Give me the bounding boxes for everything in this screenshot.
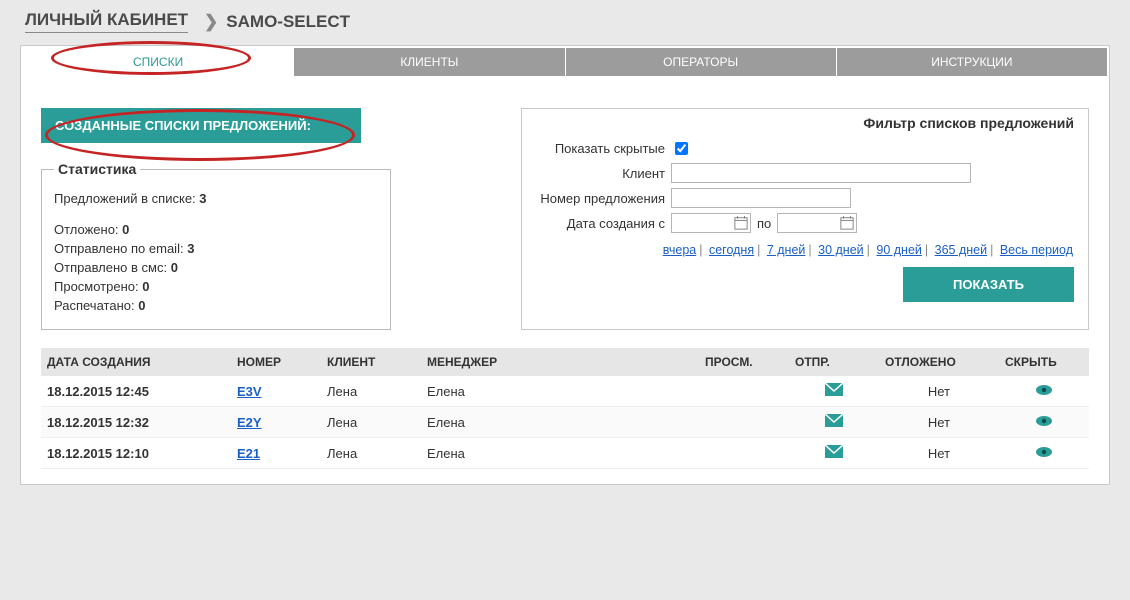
stat-value: 0 [138, 298, 145, 313]
date-to-input[interactable] [777, 213, 857, 233]
mail-icon [825, 445, 843, 458]
cell-client: Лена [321, 438, 421, 469]
col-manager: МЕНЕДЖЕР [421, 348, 699, 376]
stat-label: Предложений в списке: [54, 191, 196, 206]
offer-number-label: Номер предложения [536, 191, 671, 206]
main-card: СПИСКИ КЛИЕНТЫ ОПЕРАТОРЫ ИНСТРУКЦИИ СОЗД… [20, 45, 1110, 485]
eye-icon[interactable] [1035, 415, 1053, 427]
stat-label: Отправлено по email: [54, 241, 184, 256]
cell-viewed [699, 376, 789, 407]
client-label: Клиент [536, 166, 671, 181]
stat-value: 3 [199, 191, 206, 206]
col-client: КЛИЕНТ [321, 348, 421, 376]
show-button[interactable]: ПОКАЗАТЬ [903, 267, 1074, 302]
col-viewed: ПРОСМ. [699, 348, 789, 376]
stat-value: 0 [122, 222, 129, 237]
eye-icon[interactable] [1035, 384, 1053, 396]
cell-date: 18.12.2015 12:32 [41, 407, 231, 438]
date-from-input[interactable] [671, 213, 751, 233]
offer-number-input[interactable] [671, 188, 851, 208]
table-row: 18.12.2015 12:45 E3V ЛенаЕлена Нет [41, 376, 1089, 407]
cell-client: Лена [321, 376, 421, 407]
stat-label: Распечатано: [54, 298, 135, 313]
breadcrumb-current: SAMO-SELECT [226, 12, 350, 32]
tab-bar: СПИСКИ КЛИЕНТЫ ОПЕРАТОРЫ ИНСТРУКЦИИ [23, 48, 1107, 76]
cell-sent [789, 438, 879, 469]
panel-title: СОЗДАННЫЕ СПИСКИ ПРЕДЛОЖЕНИЙ: [41, 108, 361, 143]
cell-viewed [699, 407, 789, 438]
eye-icon[interactable] [1035, 446, 1053, 458]
quick-yesterday[interactable]: вчера [663, 243, 696, 257]
breadcrumb-home-link[interactable]: ЛИЧНЫЙ КАБИНЕТ [25, 10, 188, 33]
tab-instructions[interactable]: ИНСТРУКЦИИ [837, 48, 1107, 76]
cell-number: E3V [231, 376, 321, 407]
quick-365days[interactable]: 365 дней [935, 243, 987, 257]
quick-today[interactable]: сегодня [709, 243, 754, 257]
chevron-right-icon: ❯ [204, 12, 218, 32]
stat-value: 0 [171, 260, 178, 275]
col-number: НОМЕР [231, 348, 321, 376]
cell-deferred: Нет [879, 407, 999, 438]
offer-link[interactable]: E21 [237, 446, 260, 461]
col-sent: ОТПР. [789, 348, 879, 376]
cell-manager: Елена [421, 376, 699, 407]
cell-client: Лена [321, 407, 421, 438]
cell-number: E2Y [231, 407, 321, 438]
quick-7days[interactable]: 7 дней [767, 243, 806, 257]
cell-date: 18.12.2015 12:10 [41, 438, 231, 469]
show-hidden-checkbox[interactable] [675, 142, 688, 155]
stat-value: 3 [187, 241, 194, 256]
tab-clients[interactable]: КЛИЕНТЫ [294, 48, 565, 76]
col-date: ДАТА СОЗДАНИЯ [41, 348, 231, 376]
offers-table: ДАТА СОЗДАНИЯ НОМЕР КЛИЕНТ МЕНЕДЖЕР ПРОС… [41, 348, 1089, 469]
col-hide: СКРЫТЬ [999, 348, 1089, 376]
col-deferred: ОТЛОЖЕНО [879, 348, 999, 376]
mail-icon [825, 414, 843, 427]
tab-lists[interactable]: СПИСКИ [23, 48, 294, 76]
filter-panel: Фильтр списков предложений Показать скры… [521, 108, 1089, 330]
cell-number: E21 [231, 438, 321, 469]
cell-hide[interactable] [999, 407, 1089, 438]
date-to-label: по [757, 216, 771, 231]
stat-label: Отложено: [54, 222, 119, 237]
show-hidden-label: Показать скрытые [536, 141, 671, 156]
client-input[interactable] [671, 163, 971, 183]
cell-manager: Елена [421, 407, 699, 438]
mail-icon [825, 383, 843, 396]
calendar-icon [840, 216, 854, 230]
stat-label: Просмотрено: [54, 279, 139, 294]
table-row: 18.12.2015 12:32 E2Y ЛенаЕлена Нет [41, 407, 1089, 438]
cell-manager: Елена [421, 438, 699, 469]
cell-sent [789, 407, 879, 438]
quick-30days[interactable]: 30 дней [818, 243, 864, 257]
quick-all[interactable]: Весь период [1000, 243, 1073, 257]
quick-90days[interactable]: 90 дней [876, 243, 922, 257]
cell-date: 18.12.2015 12:45 [41, 376, 231, 407]
cell-hide[interactable] [999, 376, 1089, 407]
table-row: 18.12.2015 12:10 E21 ЛенаЕлена Нет [41, 438, 1089, 469]
cell-viewed [699, 438, 789, 469]
cell-deferred: Нет [879, 376, 999, 407]
cell-deferred: Нет [879, 438, 999, 469]
filter-title: Фильтр списков предложений [536, 115, 1074, 131]
cell-sent [789, 376, 879, 407]
quick-date-links: вчера| сегодня| 7 дней| 30 дней| 90 дней… [536, 243, 1074, 257]
stat-label: Отправлено в смс: [54, 260, 167, 275]
stat-value: 0 [142, 279, 149, 294]
calendar-icon [734, 216, 748, 230]
cell-hide[interactable] [999, 438, 1089, 469]
date-from-label: Дата создания с [536, 216, 671, 231]
breadcrumb: ЛИЧНЫЙ КАБИНЕТ ❯ SAMO-SELECT [20, 0, 1110, 45]
offer-link[interactable]: E3V [237, 384, 262, 399]
offer-link[interactable]: E2Y [237, 415, 262, 430]
tab-operators[interactable]: ОПЕРАТОРЫ [566, 48, 837, 76]
stats-legend: Статистика [54, 161, 140, 177]
stats-box: Статистика Предложений в списке: 3 Отлож… [41, 161, 391, 330]
